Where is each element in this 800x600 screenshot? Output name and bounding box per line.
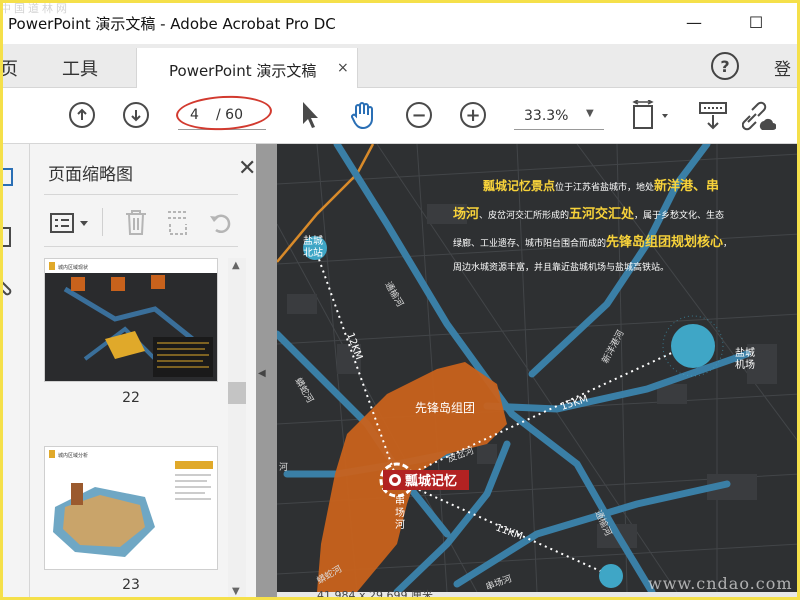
maximize-button[interactable]: ☐ <box>742 10 770 34</box>
share-link-icon[interactable] <box>742 100 776 132</box>
document-page: 瓢城记忆 盐城 北站 盐城 机场 先锋岛组团 12KM 15KM 11KM 通榆… <box>277 144 800 592</box>
document-tab-label: PowerPoint 演示文稿 <box>169 62 317 80</box>
minimize-button[interactable]: — <box>680 10 708 34</box>
mini-title: 城内区域现状 <box>58 264 88 271</box>
select-arrow-icon[interactable] <box>300 100 320 130</box>
attachment-icon[interactable] <box>0 276 22 298</box>
intro-t4: 场河 <box>453 206 479 222</box>
left-rail <box>0 144 30 600</box>
north-station-label-2: 北站 <box>303 246 323 259</box>
scroll-up-icon[interactable]: ▲ <box>232 260 240 271</box>
arrow-up-circle-icon[interactable] <box>69 102 95 128</box>
delete-page-icon[interactable] <box>124 208 148 236</box>
intro-t7: ，属于乡愁文化、生态 <box>634 209 724 221</box>
intro-t3: 新洋港、串 <box>654 178 719 194</box>
divider <box>44 194 238 195</box>
tool-separator <box>102 208 103 236</box>
extract-page-icon[interactable] <box>166 210 190 236</box>
intro-line-4: 周边水城资源丰富，并且靠近盐城机场与盐城高铁站。 <box>453 261 669 273</box>
memory-label: 瓢城记忆 <box>405 473 457 489</box>
intro-t10: ， <box>723 239 732 249</box>
keyboard-scroll-icon[interactable] <box>698 100 728 132</box>
options-menu-icon[interactable] <box>50 212 90 234</box>
page-size-readout: 41.984 x 29.699 厘米 <box>317 589 433 600</box>
zoom-out-icon[interactable]: − <box>406 102 432 128</box>
scrollbar-thumb[interactable] <box>228 382 246 404</box>
thumbnail-22-image: 城内区域现状 <box>45 259 217 381</box>
scroll-down-icon[interactable]: ▼ <box>232 586 240 597</box>
airport-label-2: 机场 <box>735 358 755 371</box>
hand-tool-icon[interactable] <box>348 100 378 130</box>
menu-bar: 主页 工具 PowerPoint 演示文稿 × <box>0 44 800 89</box>
north-station-label-1: 盐城 <box>303 234 323 247</box>
river-chuan-v3: 河 <box>395 519 405 531</box>
divider <box>44 246 238 247</box>
toolbar <box>0 88 800 144</box>
intro-t2: 位于江苏省盐城市，地处 <box>555 181 654 193</box>
watermark-bottom: www.cndao.com <box>648 574 793 593</box>
thumbnail-page-number: 23 <box>122 577 140 593</box>
window-title: PowerPoint 演示文稿 - Adobe Acrobat Pro DC <box>8 15 336 33</box>
thumbnail-page-22[interactable]: 城内区域现状 <box>44 258 218 382</box>
bookmark-icon[interactable] <box>0 226 22 248</box>
home-tab[interactable]: 主页 <box>0 55 18 81</box>
zoom-select[interactable]: 33.3% ▼ <box>514 104 604 130</box>
river-he-label: 河 <box>279 461 288 473</box>
status-bar: 41.984 x 29.699 厘米 <box>277 589 800 600</box>
intro-t8: 绿廊、工业遗存、城市阳台围合而成的 <box>453 237 606 249</box>
page-thumbnails-icon[interactable] <box>0 166 22 188</box>
mini-title: 城内区域分析 <box>58 452 88 459</box>
thumbnail-page-23[interactable]: 城内区域分析 <box>44 446 218 570</box>
island-label: 先锋岛组团 <box>415 400 475 415</box>
airport-label-1: 盐城 <box>735 346 755 359</box>
panel-title: 页面缩略图 <box>48 165 133 185</box>
arrow-down-circle-icon[interactable] <box>123 102 149 128</box>
river-chuan-v2: 场 <box>395 506 405 519</box>
intro-t9: 先锋岛组团规划核心 <box>606 234 723 250</box>
intro-t5: 、皮岔河交汇所形成的 <box>479 209 569 221</box>
chevron-down-icon: ▼ <box>586 108 594 119</box>
zoom-in-icon[interactable]: + <box>460 102 486 128</box>
map-image: 瓢城记忆 盐城 北站 盐城 机场 先锋岛组团 12KM 15KM 11KM 通榆… <box>277 144 800 592</box>
document-tab[interactable]: PowerPoint 演示文稿 × <box>136 48 358 89</box>
zoom-value: 33.3% <box>524 108 569 124</box>
thumbnail-scrollbar[interactable]: ▲ ▼ <box>228 258 246 600</box>
rotate-page-icon[interactable] <box>208 210 234 236</box>
intro-t6: 五河交汇处 <box>569 206 635 222</box>
tools-tab[interactable]: 工具 <box>62 55 98 81</box>
sign-in-link[interactable]: 登 <box>774 55 791 80</box>
river-chuan-v1: 串 <box>395 495 405 507</box>
close-panel-icon[interactable]: ✕ <box>238 156 256 181</box>
panel-tools <box>44 202 238 242</box>
collapse-panel-icon[interactable]: ◀ <box>258 368 266 379</box>
thumbnail-page-number: 22 <box>122 390 140 406</box>
thumbnail-23-image: 城内区域分析 <box>49 450 213 557</box>
help-icon[interactable]: ? <box>711 52 739 80</box>
intro-t1: 瓢城记忆景点 <box>483 178 555 193</box>
close-tab-icon[interactable]: × <box>337 60 349 76</box>
title-bar: 中国道林网 PowerPoint 演示文稿 - Adobe Acrobat Pr… <box>0 0 800 44</box>
fit-page-icon[interactable] <box>630 100 672 132</box>
